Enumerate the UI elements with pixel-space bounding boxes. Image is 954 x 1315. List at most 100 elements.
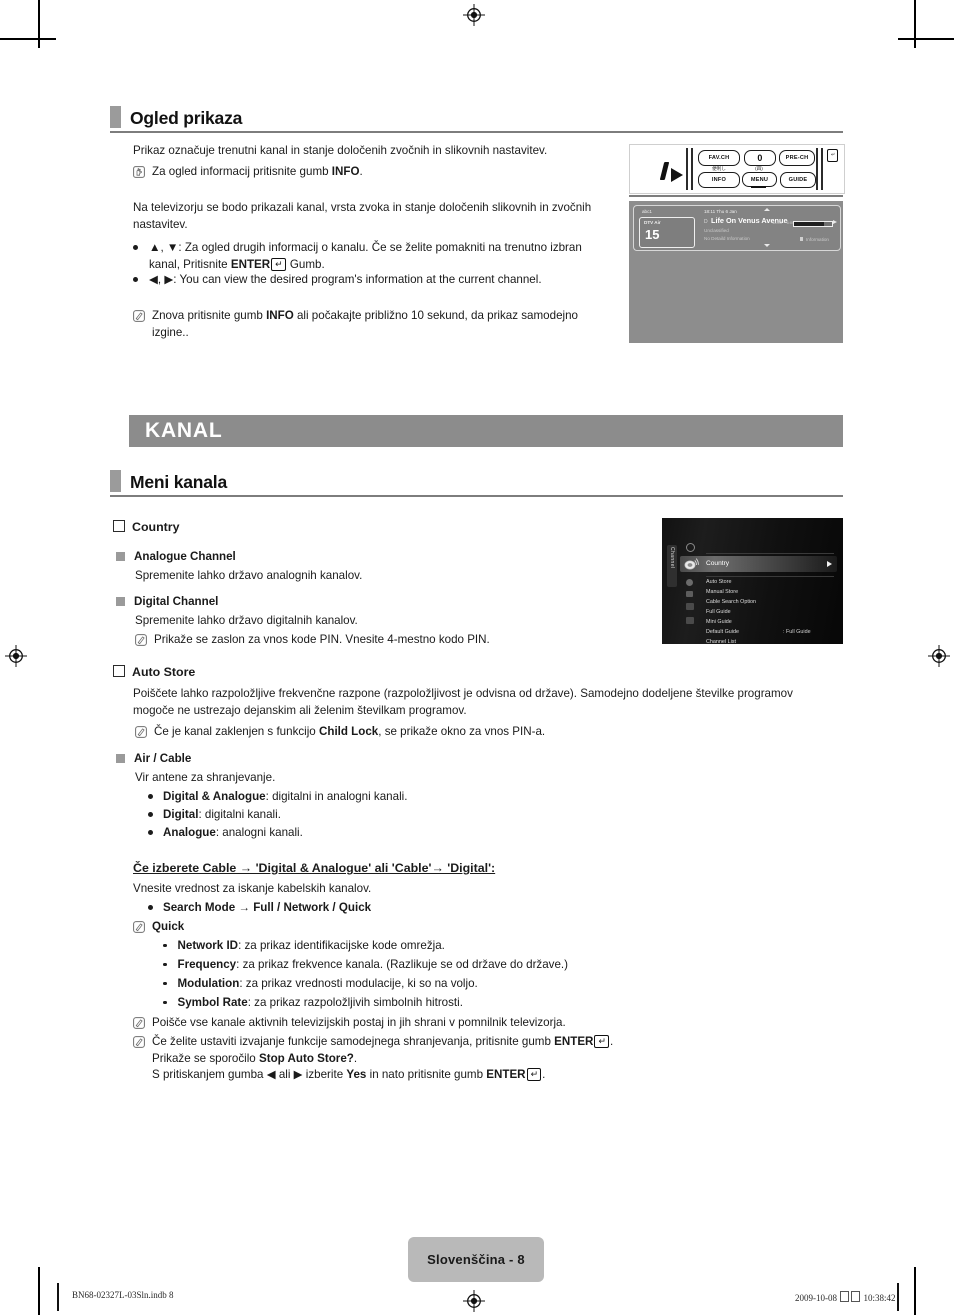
auto-store-line2: mogoče ne ustrezajo dejanskim ali želeni…: [133, 703, 467, 717]
pencil-note-icon-2: [135, 632, 147, 649]
remote-key-pre-ch[interactable]: PRE-CH: [779, 150, 815, 166]
menu-item-country-arrow-icon: [827, 561, 832, 567]
footer-rule-right: [897, 1283, 899, 1311]
remote-key-guide[interactable]: GUIDE: [780, 172, 816, 188]
cable-sub-4-rest: : za prikaz razpoložljivih simbolnih hit…: [247, 996, 463, 1009]
figure-remote-control: FAV.CH 0 PRE-CH 便利し (四) INFO MENU GUIDE …: [629, 144, 845, 194]
display-bullet-2: ◀, ▶: You can view the desired program's…: [133, 272, 633, 289]
air-cable-option-1: Digital & Analogue: digitalni in analogn…: [148, 789, 407, 806]
bullet-dot-icon-6: [148, 900, 153, 917]
note2-line2: izgine..: [152, 325, 189, 339]
item-auto-store-note: Če je kanal zaklenjen s funkcijo Child L…: [135, 724, 545, 741]
chapter-banner-kanal: KANAL: [129, 415, 843, 447]
bullet1-line2-post: Gumb.: [286, 257, 325, 271]
menu-item-channel-list[interactable]: Channel List: [706, 639, 736, 644]
menu-item-cable-search-option[interactable]: Cable Search Option: [706, 599, 756, 606]
remote-key-info[interactable]: INFO: [698, 172, 740, 188]
display-paragraph-2: Na televizorju se bodo prikazali kanal, …: [133, 201, 592, 231]
display-note-2-text: Znova pritisnite gumb INFO ali počakajte…: [152, 308, 578, 341]
remote-rail-right2: [821, 148, 823, 190]
menu-item-country[interactable]: Country: [706, 560, 729, 567]
menu-hairline-bottom: [706, 576, 834, 577]
cable-sub-item-2-text: Frequency: za prikaz frekvence kanala. (…: [178, 957, 569, 974]
menu-item-auto-store[interactable]: Auto Store: [706, 579, 731, 586]
tv-rating-badge: D: [704, 219, 708, 225]
remote-key-zero[interactable]: 0: [744, 150, 776, 166]
footer-date: 2009-10-08: [795, 1293, 837, 1303]
air-cable-option-3: Analogue: analogni kanali.: [148, 825, 303, 842]
section-heading-display-label: Ogled prikaza: [130, 108, 243, 128]
item-air-cable-text: Vir antene za shranjevanje.: [135, 771, 276, 784]
remote-enter-icon: ↵: [827, 149, 839, 162]
air-cable-option-1-bold: Digital & Analogue: [163, 790, 266, 803]
display-intro-text: Prikaz označuje trenutni kanal in stanje…: [133, 144, 548, 157]
tv-channel-number: 15: [645, 227, 660, 242]
figure-channel-menu: Channel Country Auto Store Manual Store …: [662, 518, 843, 644]
enter-key-icon-3: ↵: [526, 1068, 542, 1081]
bullet-small-dot-icon-4: [163, 995, 167, 1012]
pencil-note-icon-4: [133, 919, 145, 936]
note-stop-pre: Če želite ustaviti izvajanje funkcije sa…: [152, 1035, 555, 1048]
menu-item-full-guide[interactable]: Full Guide: [706, 609, 731, 616]
cable-sub-item-3-text: Modulation: za prikaz vrednosti modulaci…: [178, 976, 478, 993]
menu-selected-row[interactable]: [680, 556, 837, 572]
remote-menu-underline: [751, 186, 766, 188]
chapter-banner-title: KANAL: [145, 419, 223, 442]
note-stop-bold: ENTER: [554, 1035, 594, 1048]
bullet-small-dot-icon: [163, 938, 167, 955]
cable-note-scan: Poišče vse kanale aktivnih televizijskih…: [133, 1015, 566, 1032]
bullet-small-dot-icon-3: [163, 976, 167, 993]
menu-item-default-guide[interactable]: Default Guide: [706, 629, 739, 636]
crop-mark-bottom-right-v: [914, 1267, 916, 1315]
section-rule-menu: [110, 495, 843, 497]
footer-date-time: 2009-10-08 10:38:42: [795, 1290, 896, 1303]
tv-progress-fill: [794, 222, 824, 226]
item-air-cable: Air / Cable: [116, 751, 191, 768]
menu-icon-top: [686, 543, 695, 552]
air-cable-option-2-text: Digital: digitalni kanali.: [163, 807, 281, 824]
remote-key-fav-ch[interactable]: FAV.CH: [698, 150, 740, 166]
item-auto-store: Auto Store: [113, 664, 195, 681]
note-stop-l2-bold: Stop Auto Store?: [258, 1051, 354, 1065]
menu-item-mini-guide[interactable]: Mini Guide: [706, 619, 732, 626]
remote-pointer-slash: [659, 162, 670, 180]
cable-sub-item-4: Symbol Rate: za prikaz razpoložljivih si…: [163, 995, 463, 1012]
bullet-dot-icon-4: [148, 807, 153, 824]
display-note-2: Znova pritisnite gumb INFO ali počakajte…: [133, 308, 623, 341]
cable-sub-item-4-text: Symbol Rate: za prikaz razpoložljivih si…: [178, 995, 463, 1012]
menu-icon-cable: [686, 603, 694, 610]
tv-time-range: 18:00 ~ 6:00: [772, 220, 795, 225]
item-digital-channel: Digital Channel: [116, 594, 218, 611]
note-stop-l3-post: .: [542, 1068, 546, 1081]
figure-tv-info-banner: abc1 DTV Air 15 18:11 Thu 6 Jan D Life O…: [629, 201, 843, 343]
menu-icon-gear: [686, 579, 693, 586]
menu-item-manual-store[interactable]: Manual Store: [706, 589, 738, 596]
air-cable-option-3-bold: Analogue: [163, 826, 216, 839]
remote-pointer-arrow: [671, 168, 683, 182]
auto-store-note-pre: Če je kanal zaklenjen s funkcijo: [154, 725, 319, 738]
item-digital-channel-text: Spremenite lahko državo digitalnih kanal…: [135, 614, 358, 627]
menu-tab-channel[interactable]: Channel: [667, 545, 677, 587]
figure-remote-baseline: [629, 195, 843, 197]
item-auto-store-label: Auto Store: [132, 665, 196, 679]
cable-search-mode: Search Mode → Full / Network / Quick: [148, 900, 371, 917]
filled-square-bullet-icon-3: [116, 751, 125, 768]
registration-mark-right: [928, 645, 950, 667]
remote-key-menu[interactable]: MENU: [742, 172, 777, 187]
footer-unknown-glyph-1: [840, 1291, 850, 1302]
cable-sub-item-1: Network ID: za prikaz identifikacijske k…: [163, 938, 445, 955]
heading-marker: [110, 106, 121, 128]
menu-icon-antenna: [686, 591, 693, 597]
manual-page: Ogled prikaza Prikaz označuje trenutni k…: [0, 0, 954, 1315]
bullet1-enter-label: ENTER: [230, 257, 271, 271]
bullet-dot-icon-3: [148, 789, 153, 806]
note-stop-post: .: [609, 1035, 614, 1048]
auto-store-note-bold: Child Lock: [318, 725, 379, 738]
note2-bold: INFO: [266, 309, 294, 322]
item-digital-channel-note-text: Prikaže se zaslon za vnos kode PIN. Vnes…: [154, 633, 490, 646]
cable-note-stop-text: Če želite ustaviti izvajanje funkcije sa…: [152, 1034, 613, 1084]
registration-mark-bottom: [463, 1290, 485, 1312]
tv-datetime: 18:11 Thu 6 Jan: [704, 209, 737, 214]
menu-item-default-guide-value: : Full Guide: [783, 629, 811, 635]
note2-pre: Znova pritisnite gumb: [152, 309, 267, 322]
